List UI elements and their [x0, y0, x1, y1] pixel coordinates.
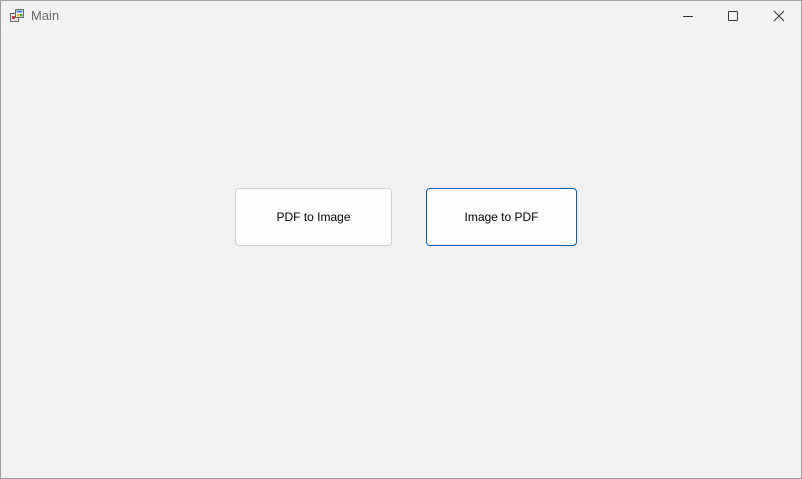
image-to-pdf-button[interactable]: Image to PDF: [426, 188, 577, 246]
minimize-button[interactable]: [665, 1, 711, 31]
minimize-icon: [682, 10, 694, 22]
close-button[interactable]: [756, 1, 802, 31]
app-icon: [10, 9, 24, 23]
main-window: Main PDF to Image Image to PDF: [0, 0, 802, 479]
window-title: Main: [31, 8, 60, 23]
title-bar[interactable]: Main: [1, 1, 801, 31]
pdf-to-image-button[interactable]: PDF to Image: [235, 188, 392, 246]
maximize-button[interactable]: [710, 1, 756, 31]
client-area: PDF to Image Image to PDF: [1, 31, 801, 478]
pdf-to-image-label: PDF to Image: [276, 210, 351, 224]
image-to-pdf-label: Image to PDF: [464, 210, 539, 224]
maximize-icon: [727, 10, 739, 22]
close-icon: [773, 10, 785, 22]
